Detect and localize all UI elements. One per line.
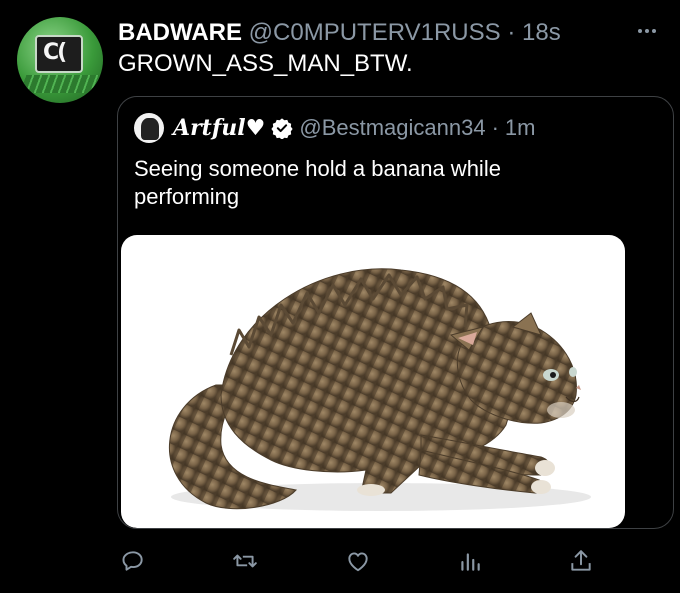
analytics-icon	[461, 553, 480, 571]
retweet-icon	[233, 554, 257, 568]
author-avatar[interactable]: C(	[17, 17, 103, 103]
quoted-author-avatar[interactable]	[134, 113, 164, 143]
quoted-tweet-text: Seeing someone hold a banana while perfo…	[134, 156, 501, 209]
reply-icon	[122, 551, 143, 571]
reply-button[interactable]	[118, 546, 148, 576]
share-button[interactable]	[566, 546, 596, 576]
tweet-text: GROWN_ASS_MAN_BTW.	[118, 50, 413, 77]
author-handle[interactable]: @C0MPUTERV1RUSS	[249, 19, 501, 46]
quoted-tweet-header: Artful♥ @Bestmagicann34 · 1m	[173, 115, 535, 141]
tweet-header: BADWARE @C0MPUTERV1RUSS · 18s	[118, 19, 561, 47]
separator-dot: ·	[507, 19, 516, 46]
like-button[interactable]	[343, 546, 373, 576]
tweet-action-bar	[118, 546, 598, 576]
tweet-timestamp[interactable]: 18s	[522, 19, 561, 46]
quoted-tweet-card[interactable]: Artful♥ @Bestmagicann34 · 1m Seeing some…	[117, 96, 674, 529]
more-options-icon[interactable]	[638, 29, 656, 33]
quoted-author-handle[interactable]: @Bestmagicann34	[299, 115, 485, 141]
retweet-button[interactable]	[230, 546, 260, 576]
circuit-chip-icon: C(	[35, 35, 83, 73]
circuit-board-graphic	[19, 75, 101, 93]
frightened-kitten-image[interactable]	[121, 235, 625, 528]
quoted-author-name[interactable]: Artful♥	[173, 115, 265, 141]
separator-dot: ·	[491, 115, 499, 140]
share-icon	[571, 550, 591, 571]
heart-icon	[348, 552, 368, 572]
quoted-tweet-timestamp[interactable]: 1m	[505, 115, 536, 141]
views-button[interactable]	[455, 546, 485, 576]
author-name[interactable]: BADWARE	[118, 19, 242, 46]
verified-badge-icon	[271, 117, 294, 140]
